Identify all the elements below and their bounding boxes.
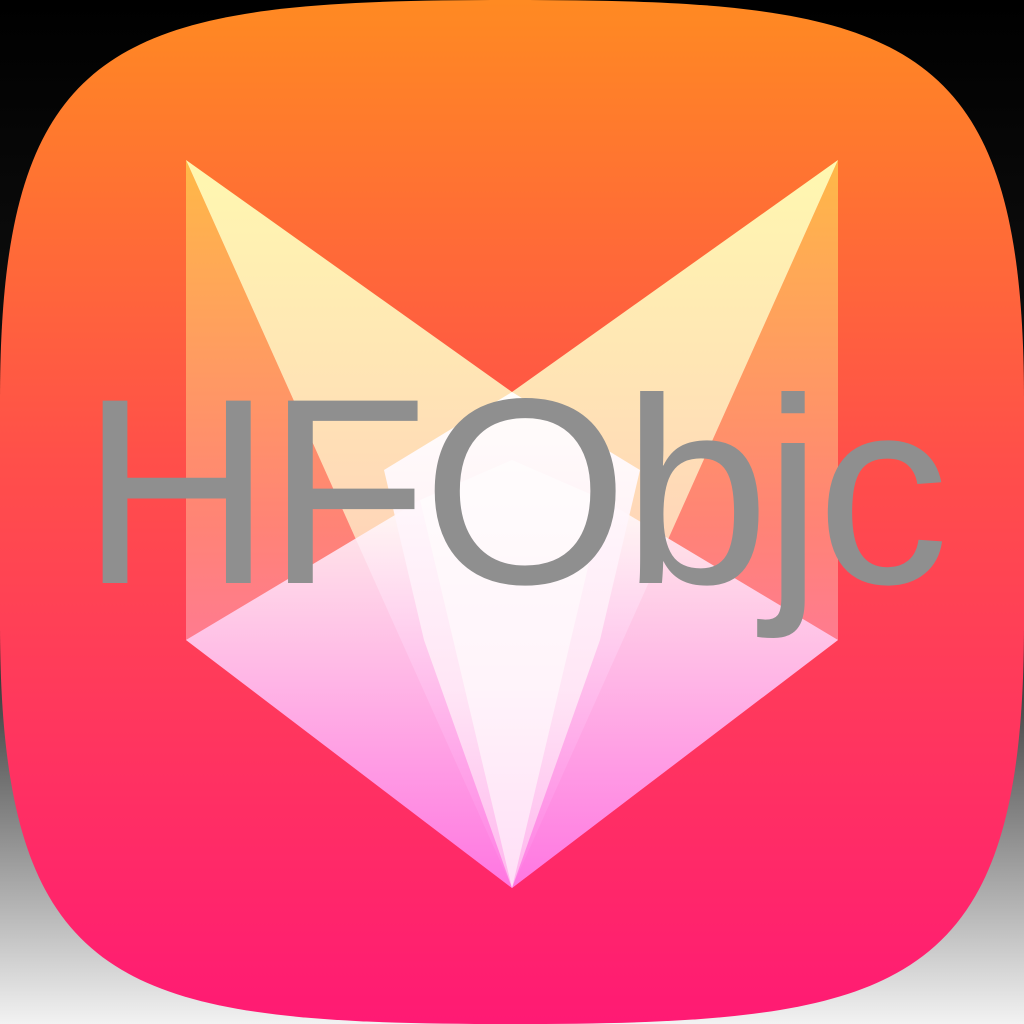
app-icon: HFObjc bbox=[0, 0, 1024, 1024]
app-title: HFObjc bbox=[80, 344, 949, 640]
